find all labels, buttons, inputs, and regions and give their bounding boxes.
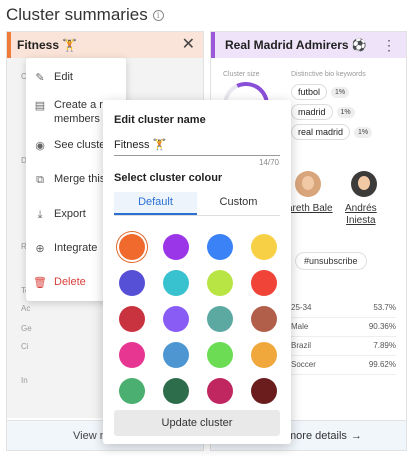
stat-label: 25-34: [291, 303, 312, 312]
stat-label: Male: [291, 322, 309, 331]
stat-row: Male 90.36%: [291, 322, 396, 337]
avatar: [295, 171, 321, 197]
colour-swatch[interactable]: [207, 342, 233, 368]
colour-swatch[interactable]: [207, 378, 233, 404]
merge-icon: ⧉: [36, 174, 44, 186]
colour-swatch[interactable]: [207, 234, 233, 260]
colour-section-title: Select cluster colour: [114, 172, 223, 184]
colour-swatch[interactable]: [251, 234, 277, 260]
more-details-label: more details: [287, 429, 347, 442]
colour-swatch[interactable]: [163, 378, 189, 404]
stat-row: Soccer 99.62%: [291, 360, 396, 375]
menu-item-label: Export: [54, 208, 86, 220]
stat-row: Brazil 7.89%: [291, 341, 396, 356]
keyword-tag: madrid: [291, 104, 333, 120]
colour-swatch[interactable]: [251, 270, 277, 296]
kebab-menu-icon[interactable]: ⋮: [382, 38, 396, 52]
tab-custom[interactable]: Custom: [197, 192, 280, 215]
stat-label: Soccer: [291, 360, 316, 369]
document-icon: ▤: [34, 100, 46, 112]
stat-value: 99.62%: [368, 360, 396, 369]
cluster-card-header: Real Madrid Admirers ⚽ ⋮: [211, 32, 406, 58]
cluster-name-input[interactable]: [114, 134, 280, 156]
cluster-card-header: Fitness 🏋 ✕: [7, 32, 203, 58]
info-icon[interactable]: i: [152, 9, 164, 21]
faint-label: Ac: [21, 304, 31, 313]
tab-default[interactable]: Default: [114, 192, 197, 215]
edit-cluster-modal: Edit cluster name 14/70 Select cluster c…: [103, 100, 291, 444]
page-title: Cluster summaries i: [6, 5, 164, 25]
stat-value: 7.89%: [373, 341, 396, 350]
keyword-pct: 1%: [331, 86, 350, 98]
pencil-icon: ✎: [35, 72, 45, 84]
faint-label: Ge: [21, 324, 32, 333]
colour-swatch[interactable]: [119, 270, 145, 296]
colour-swatch[interactable]: [251, 342, 277, 368]
keyword-item: futbol 1%: [291, 84, 350, 100]
cluster-name: Real Madrid Admirers ⚽: [225, 38, 367, 52]
colour-swatch[interactable]: [119, 342, 145, 368]
hashtag-chip: #unsubscribe: [295, 252, 367, 270]
page-title-text: Cluster summaries: [6, 5, 148, 24]
keywords-label: Distinctive bio keywords: [291, 71, 366, 78]
menu-item-label: Edit: [54, 71, 73, 83]
trash-icon: 🗑: [33, 277, 47, 289]
menu-item-edit[interactable]: ✎ Edit: [26, 70, 126, 85]
faint-label: In: [21, 376, 28, 385]
colour-swatch[interactable]: [207, 270, 233, 296]
colour-swatch[interactable]: [251, 306, 277, 332]
eye-icon: ◉: [35, 140, 45, 152]
colour-swatch[interactable]: [163, 234, 189, 260]
keyword-item: real madrid 1%: [291, 124, 373, 140]
update-cluster-button[interactable]: Update cluster: [114, 410, 280, 436]
menu-item-label: Integrate: [54, 242, 98, 254]
faint-label: Ci: [21, 342, 29, 351]
colour-swatch[interactable]: [119, 306, 145, 332]
download-icon: ⤓: [37, 209, 43, 221]
arrow-right-icon: →: [350, 429, 362, 442]
colour-swatch-grid: [119, 234, 279, 404]
close-icon[interactable]: ✕: [182, 37, 195, 53]
char-counter: 14/70: [258, 158, 279, 167]
stat-value: 90.36%: [368, 322, 396, 331]
colour-swatch[interactable]: [251, 378, 277, 404]
cluster-size-label: Cluster size: [223, 71, 260, 78]
colour-swatch[interactable]: [119, 378, 145, 404]
globe-icon: ⊕: [35, 243, 45, 255]
keyword-pct: 1%: [336, 106, 355, 118]
player-link[interactable]: areth Bale: [287, 203, 333, 215]
colour-swatch[interactable]: [163, 306, 189, 332]
stat-value: 53.7%: [373, 303, 396, 312]
colour-tabs: Default Custom: [114, 192, 280, 216]
player-link[interactable]: Andrés Iniesta: [345, 203, 377, 227]
cluster-name: Fitness 🏋: [17, 38, 78, 52]
colour-swatch[interactable]: [119, 234, 145, 260]
stat-row: 25-34 53.7%: [291, 303, 396, 318]
colour-swatch[interactable]: [163, 342, 189, 368]
keyword-pct: 1%: [354, 126, 373, 138]
colour-swatch[interactable]: [163, 270, 189, 296]
menu-item-label: Delete: [54, 276, 86, 288]
stat-label: Brazil: [291, 341, 312, 350]
keyword-tag: real madrid: [291, 124, 351, 140]
modal-title: Edit cluster name: [114, 114, 206, 126]
avatar: [351, 171, 377, 197]
colour-swatch[interactable]: [207, 306, 233, 332]
keyword-tag: futbol: [291, 84, 328, 100]
keyword-item: madrid 1%: [291, 104, 355, 120]
